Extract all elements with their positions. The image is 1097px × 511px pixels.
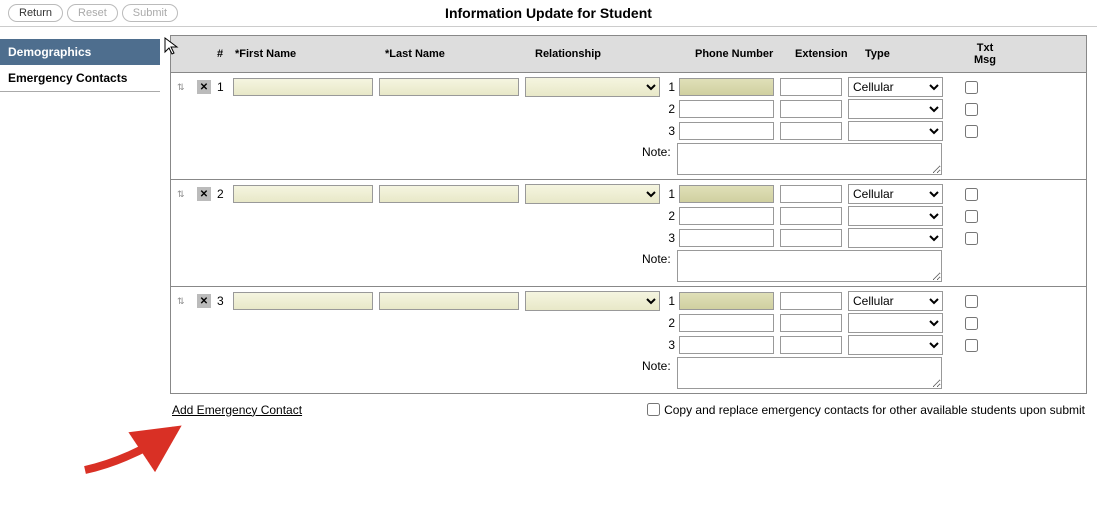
phone-number-input[interactable]	[679, 314, 774, 332]
phone-number-input[interactable]	[679, 100, 774, 118]
add-emergency-contact-link[interactable]: Add Emergency Contact	[172, 403, 302, 417]
header-num: #	[215, 48, 235, 60]
last-name-input[interactable]	[379, 292, 519, 310]
relationship-select[interactable]	[525, 184, 660, 204]
extension-input[interactable]	[780, 185, 842, 203]
txt-msg-checkbox[interactable]	[965, 339, 978, 352]
last-name-input[interactable]	[379, 78, 519, 96]
relationship-select[interactable]	[525, 77, 660, 97]
copy-replace-label: Copy and replace emergency contacts for …	[664, 403, 1085, 417]
phone-type-select[interactable]: CellularHomeWork	[848, 228, 943, 248]
remove-contact-icon[interactable]: ✕	[197, 80, 211, 94]
txt-msg-checkbox[interactable]	[965, 81, 978, 94]
reorder-handle-icon[interactable]: ⇅	[177, 189, 197, 200]
phone-type-select[interactable]: CellularHomeWork	[848, 206, 943, 226]
extension-input[interactable]	[780, 100, 842, 118]
contact-row: ⇅✕ 2 1 CellularHomeWork 2 CellularHomeWork 3 Ce…	[171, 179, 1086, 286]
txt-msg-checkbox[interactable]	[965, 210, 978, 223]
contacts-grid: # *First Name *Last Name Relationship Ph…	[170, 35, 1087, 394]
note-label: Note:	[642, 143, 677, 159]
txt-msg-checkbox[interactable]	[965, 125, 978, 138]
tab-demographics[interactable]: Demographics	[0, 39, 160, 65]
last-name-input[interactable]	[379, 185, 519, 203]
submit-button[interactable]: Submit	[122, 4, 178, 22]
phone-row-number: 1	[661, 80, 675, 94]
phone-number-input[interactable]	[679, 336, 774, 354]
header-last-name: *Last Name	[385, 48, 535, 60]
relationship-select[interactable]	[525, 291, 660, 311]
header-type: Type	[865, 48, 965, 60]
extension-input[interactable]	[780, 78, 842, 96]
tab-emergency-contacts[interactable]: Emergency Contacts	[0, 65, 160, 92]
extension-input[interactable]	[780, 314, 842, 332]
remove-contact-icon[interactable]: ✕	[197, 294, 211, 308]
header-phone: Phone Number	[695, 48, 795, 60]
page-title: Information Update for Student	[445, 5, 652, 21]
phone-type-select[interactable]: CellularHomeWork	[848, 99, 943, 119]
phone-number-input[interactable]	[679, 78, 774, 96]
extension-input[interactable]	[780, 229, 842, 247]
extension-input[interactable]	[780, 207, 842, 225]
header-relationship: Relationship	[535, 48, 675, 60]
first-name-input[interactable]	[233, 185, 373, 203]
header-extension: Extension	[795, 48, 865, 60]
phone-row-number: 3	[661, 231, 675, 245]
phone-number-input[interactable]	[679, 185, 774, 203]
txt-msg-checkbox[interactable]	[965, 232, 978, 245]
phone-type-select[interactable]: CellularHomeWork	[848, 313, 943, 333]
reset-button[interactable]: Reset	[67, 4, 118, 22]
contact-number-label: 2	[215, 187, 233, 201]
txt-msg-checkbox[interactable]	[965, 103, 978, 116]
phone-row-number: 2	[661, 102, 675, 116]
phone-number-input[interactable]	[679, 122, 774, 140]
extension-input[interactable]	[780, 122, 842, 140]
phone-row-number: 2	[661, 209, 675, 223]
contact-number-label: 1	[215, 80, 233, 94]
txt-msg-checkbox[interactable]	[965, 295, 978, 308]
phone-number-input[interactable]	[679, 229, 774, 247]
note-textarea[interactable]	[677, 357, 942, 389]
txt-msg-checkbox[interactable]	[965, 317, 978, 330]
return-button[interactable]: Return	[8, 4, 63, 22]
phone-type-select[interactable]: CellularHomeWork	[848, 291, 943, 311]
reorder-handle-icon[interactable]: ⇅	[177, 296, 197, 307]
phone-number-input[interactable]	[679, 292, 774, 310]
txt-msg-checkbox[interactable]	[965, 188, 978, 201]
phone-row-number: 1	[661, 294, 675, 308]
phone-row-number: 1	[661, 187, 675, 201]
phone-type-select[interactable]: CellularHomeWork	[848, 184, 943, 204]
note-textarea[interactable]	[677, 250, 942, 282]
extension-input[interactable]	[780, 292, 842, 310]
contact-row: ⇅✕ 3 1 CellularHomeWork 2 CellularHomeWork 3 Ce…	[171, 286, 1086, 393]
note-textarea[interactable]	[677, 143, 942, 175]
header-txt-msg: Txt Msg	[965, 42, 1005, 66]
phone-row-number: 3	[661, 124, 675, 138]
phone-type-select[interactable]: CellularHomeWork	[848, 335, 943, 355]
contact-number-label: 3	[215, 294, 233, 308]
reorder-handle-icon[interactable]: ⇅	[177, 82, 197, 93]
extension-input[interactable]	[780, 336, 842, 354]
phone-row-number: 3	[661, 338, 675, 352]
phone-number-input[interactable]	[679, 207, 774, 225]
phone-row-number: 2	[661, 316, 675, 330]
remove-contact-icon[interactable]: ✕	[197, 187, 211, 201]
phone-type-select[interactable]: CellularHomeWork	[848, 77, 943, 97]
note-label: Note:	[642, 250, 677, 266]
header-first-name: *First Name	[235, 48, 385, 60]
note-label: Note:	[642, 357, 677, 373]
first-name-input[interactable]	[233, 292, 373, 310]
copy-replace-checkbox[interactable]	[647, 403, 660, 416]
first-name-input[interactable]	[233, 78, 373, 96]
phone-type-select[interactable]: CellularHomeWork	[848, 121, 943, 141]
contact-row: ⇅✕ 1 1 CellularHomeWork 2 CellularHomeWork 3 Ce…	[171, 72, 1086, 179]
